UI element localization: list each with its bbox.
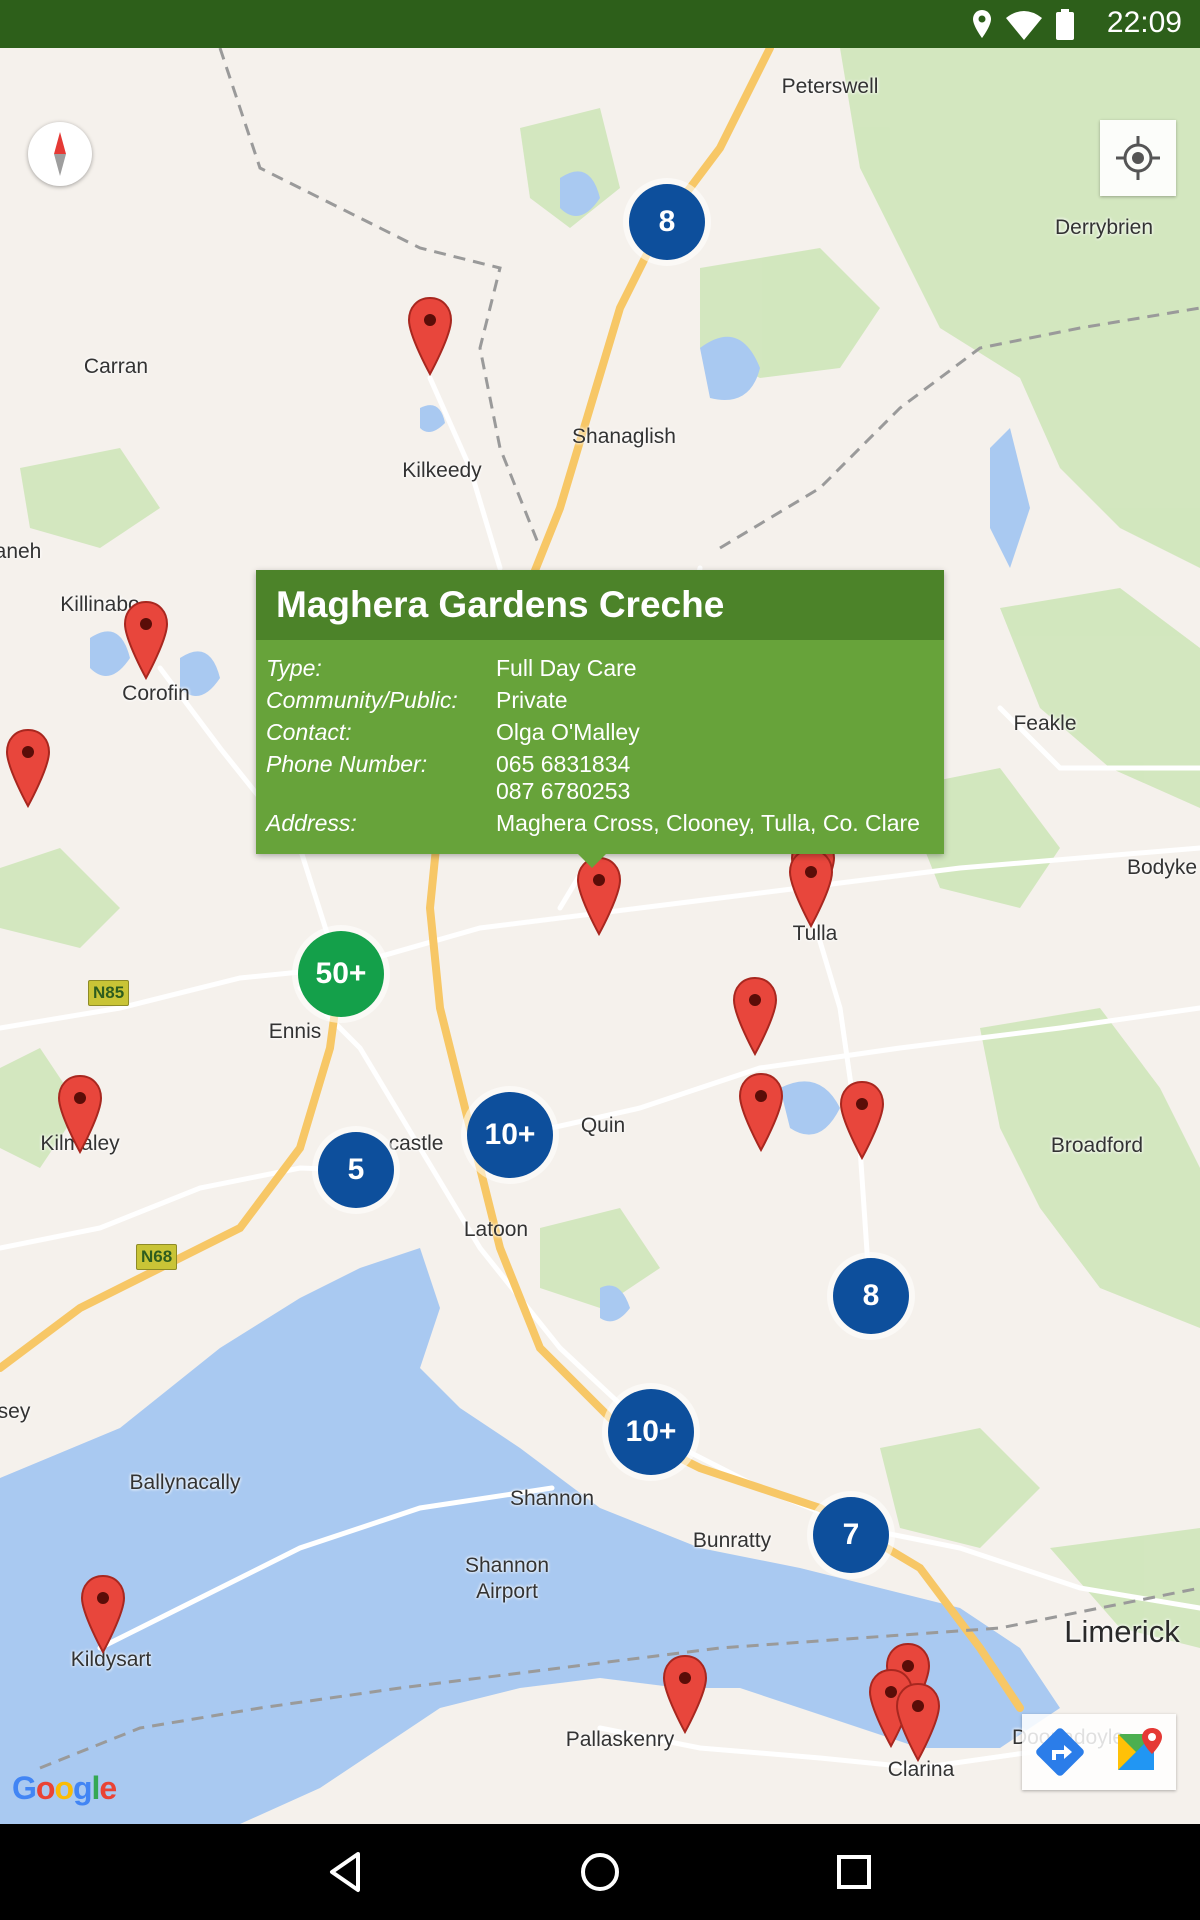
place-label: Peterswell <box>781 75 879 98</box>
cluster-marker[interactable]: 50+ <box>298 931 384 1017</box>
info-row-address: Address: Maghera Cross, Clooney, Tulla, … <box>266 810 934 837</box>
status-time: 22:09 <box>1106 6 1182 39</box>
my-location-button[interactable] <box>1100 120 1176 196</box>
place-label: Bunratty <box>692 1529 772 1552</box>
cluster-marker[interactable]: 5 <box>318 1132 394 1208</box>
place-label: Ballynacally <box>129 1471 241 1494</box>
recents-icon[interactable] <box>826 1844 882 1900</box>
cluster-marker[interactable]: 10+ <box>467 1092 553 1178</box>
info-label: Contact: <box>266 719 352 745</box>
cluster-marker[interactable]: 8 <box>833 1258 909 1334</box>
road-shield: N85 <box>88 980 130 1006</box>
info-row-phone: Phone Number: 065 6831834 087 6780253 <box>266 751 934 805</box>
cluster-marker[interactable]: 8 <box>629 184 705 260</box>
open-in-maps-button[interactable] <box>1100 1714 1176 1790</box>
navigation-bar <box>0 1824 1200 1920</box>
status-bar: 22:09 <box>0 0 1200 48</box>
info-value: Olga O'Malley <box>496 719 640 745</box>
back-icon[interactable] <box>318 1844 374 1900</box>
info-label: Address: <box>266 810 357 836</box>
cluster-marker[interactable]: 10+ <box>608 1389 694 1475</box>
info-value: 065 6831834 087 6780253 <box>496 751 934 805</box>
map-toolbar <box>1022 1714 1176 1790</box>
directions-button[interactable] <box>1022 1714 1098 1790</box>
compass-icon <box>54 132 66 176</box>
my-location-icon <box>1116 136 1160 180</box>
info-row-contact: Contact: Olga O'Malley <box>266 719 934 746</box>
map-pin-icon[interactable] <box>56 1074 104 1154</box>
directions-icon <box>1036 1728 1084 1776</box>
info-row-type: Type: Full Day Care <box>266 655 934 682</box>
place-label: Kilkeedy <box>402 459 482 482</box>
map-view[interactable]: Peterswell Derrybrien Carran Shanaglish Kilk… <box>0 48 1200 1824</box>
google-logo: Google <box>12 1770 117 1806</box>
map-pin-icon[interactable] <box>737 1072 785 1152</box>
map-pin-icon[interactable] <box>787 848 835 928</box>
phone-number-2[interactable]: 087 6780253 <box>496 778 934 805</box>
info-label: Phone Number: <box>266 751 428 777</box>
place-label: castle <box>388 1132 444 1155</box>
map-pin-icon[interactable] <box>575 856 623 936</box>
place-label: Shannon <box>509 1487 595 1510</box>
road-shield: N68 <box>136 1244 178 1270</box>
info-window-pointer <box>578 854 606 868</box>
map-pin-icon[interactable] <box>122 600 170 680</box>
info-label: Community/Public: <box>266 687 458 713</box>
place-label: Airport <box>476 1580 538 1603</box>
map-base <box>0 48 1200 1824</box>
google-maps-icon <box>1118 1728 1162 1770</box>
phone-number-1[interactable]: 065 6831834 <box>496 751 934 778</box>
map-pin-icon[interactable] <box>406 296 454 376</box>
info-value: Private <box>496 687 568 713</box>
info-value: Full Day Care <box>496 655 637 681</box>
info-value: Maghera Cross, Clooney, Tulla, Co. Clare <box>496 810 920 836</box>
map-pin-icon[interactable] <box>661 1654 709 1734</box>
map-pin-icon[interactable] <box>731 976 779 1056</box>
place-label: aneh <box>0 540 42 563</box>
map-pin-icon[interactable] <box>4 728 52 808</box>
place-label: Feakle <box>1013 712 1077 735</box>
cluster-marker[interactable]: 7 <box>813 1497 889 1573</box>
place-label: Shannon <box>464 1554 550 1577</box>
status-icons <box>973 9 1074 40</box>
place-label: Bodyke <box>1126 856 1198 879</box>
home-icon[interactable] <box>572 1844 628 1900</box>
place-label: Broadford <box>1050 1134 1144 1157</box>
place-label: Derrybrien <box>1054 216 1154 239</box>
info-window-body: Type: Full Day Care Community/Public: Pr… <box>256 640 944 854</box>
place-label: Ennis <box>268 1020 322 1043</box>
place-label: Pallaskenry <box>565 1728 675 1751</box>
place-label: Limerick <box>1064 1614 1180 1649</box>
place-label: Carran <box>83 355 149 378</box>
info-window[interactable]: Maghera Gardens Creche Type: Full Day Ca… <box>256 570 944 868</box>
wifi-icon <box>1006 11 1042 40</box>
info-row-community-public: Community/Public: Private <box>266 687 934 714</box>
map-pin-icon[interactable] <box>838 1080 886 1160</box>
map-pin-icon[interactable] <box>894 1682 942 1762</box>
place-label: Corofin <box>122 682 190 705</box>
info-window-title: Maghera Gardens Creche <box>256 570 944 640</box>
info-label: Type: <box>266 655 322 681</box>
location-icon <box>973 10 991 38</box>
place-label: sey <box>0 1400 31 1423</box>
compass-button[interactable] <box>28 122 92 186</box>
place-label: Latoon <box>463 1218 529 1241</box>
place-label: Quin <box>580 1114 626 1137</box>
place-label: Shanaglish <box>572 425 676 448</box>
battery-icon <box>1056 9 1074 40</box>
map-pin-icon[interactable] <box>79 1574 127 1654</box>
